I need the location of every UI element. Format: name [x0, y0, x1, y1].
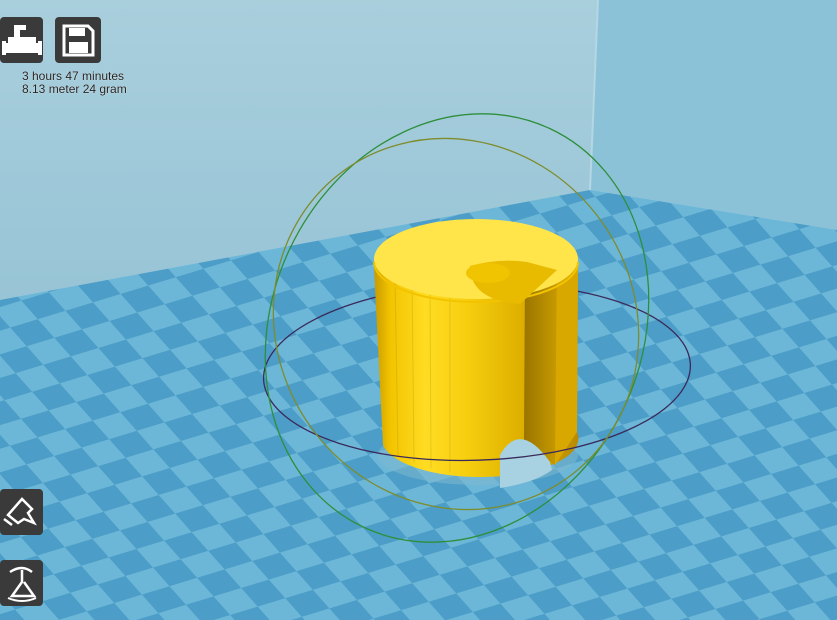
save-button[interactable]: [55, 17, 101, 63]
model-top-face: [374, 219, 578, 299]
save-disk-icon: [62, 24, 95, 57]
print-estimate: 3 hours 47 minutes 8.13 meter 24 gram: [22, 70, 127, 96]
scale-tool-button[interactable]: [0, 560, 43, 606]
print-material: 8.13 meter 24 gram: [22, 82, 127, 96]
rotate-icon: [3, 497, 37, 526]
scale-icon: [7, 566, 37, 602]
back-wall-right: [590, 0, 837, 230]
rotate-tool-button[interactable]: [0, 489, 43, 535]
model-cylinder[interactable]: [373, 219, 579, 488]
3d-viewport[interactable]: 3 hours 47 minutes 8.13 meter 24 gram: [0, 0, 837, 620]
load-model-button[interactable]: [0, 17, 43, 63]
load-model-icon: [2, 25, 42, 55]
